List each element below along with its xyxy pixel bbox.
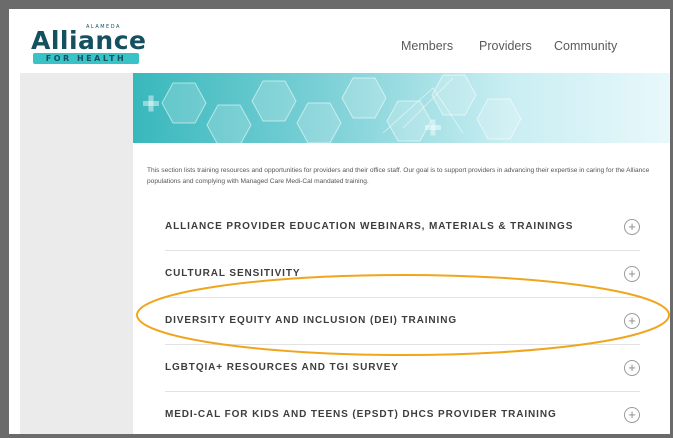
accordion-item-provider-education[interactable]: ALLIANCE PROVIDER EDUCATION WEBINARS, MA… [165, 204, 640, 250]
accordion-item-lgbtqia-resources[interactable]: LGBTQIA+ RESOURCES AND TGI SURVEY + [165, 345, 640, 391]
accordion-item-title: ALLIANCE PROVIDER EDUCATION WEBINARS, MA… [165, 221, 574, 232]
accordion-item-cultural-sensitivity[interactable]: CULTURAL SENSITIVITY + [165, 251, 640, 297]
logo-bar-text: FOR HEALTH [33, 53, 139, 64]
accordion-item-dei-training[interactable]: DIVERSITY EQUITY AND INCLUSION (DEI) TRA… [165, 298, 640, 344]
alliance-logo[interactable]: ALAMEDA Alliance FOR HEALTH [31, 24, 146, 66]
main-content: This section lists training resources an… [133, 143, 670, 434]
site-header: ALAMEDA Alliance FOR HEALTH Members Prov… [9, 9, 670, 73]
accordion-item-title: LGBTQIA+ RESOURCES AND TGI SURVEY [165, 362, 399, 373]
accordion-item-medi-cal-epsdt[interactable]: MEDI-CAL FOR KIDS AND TEENS (EPSDT) DHCS… [165, 392, 640, 434]
nav-item-community[interactable]: Community [554, 39, 617, 53]
accordion-item-title: DIVERSITY EQUITY AND INCLUSION (DEI) TRA… [165, 315, 457, 326]
logo-main-text: Alliance [31, 26, 147, 55]
accordion-item-title: CULTURAL SENSITIVITY [165, 268, 301, 279]
browser-page: ALAMEDA Alliance FOR HEALTH Members Prov… [9, 9, 670, 434]
plus-circle-icon[interactable]: + [624, 266, 640, 282]
hero-banner [133, 73, 670, 143]
nav-item-members[interactable]: Members [401, 39, 453, 53]
plus-circle-icon[interactable]: + [624, 313, 640, 329]
plus-circle-icon[interactable]: + [624, 407, 640, 423]
plus-circle-icon[interactable]: + [624, 219, 640, 235]
nav-item-providers[interactable]: Providers [479, 39, 532, 53]
plus-circle-icon[interactable]: + [624, 360, 640, 376]
left-sidebar [20, 73, 133, 434]
intro-paragraph: This section lists training resources an… [147, 167, 650, 185]
accordion-item-title: MEDI-CAL FOR KIDS AND TEENS (EPSDT) DHCS… [165, 409, 557, 420]
hexagon-pattern-graphic [143, 74, 522, 143]
